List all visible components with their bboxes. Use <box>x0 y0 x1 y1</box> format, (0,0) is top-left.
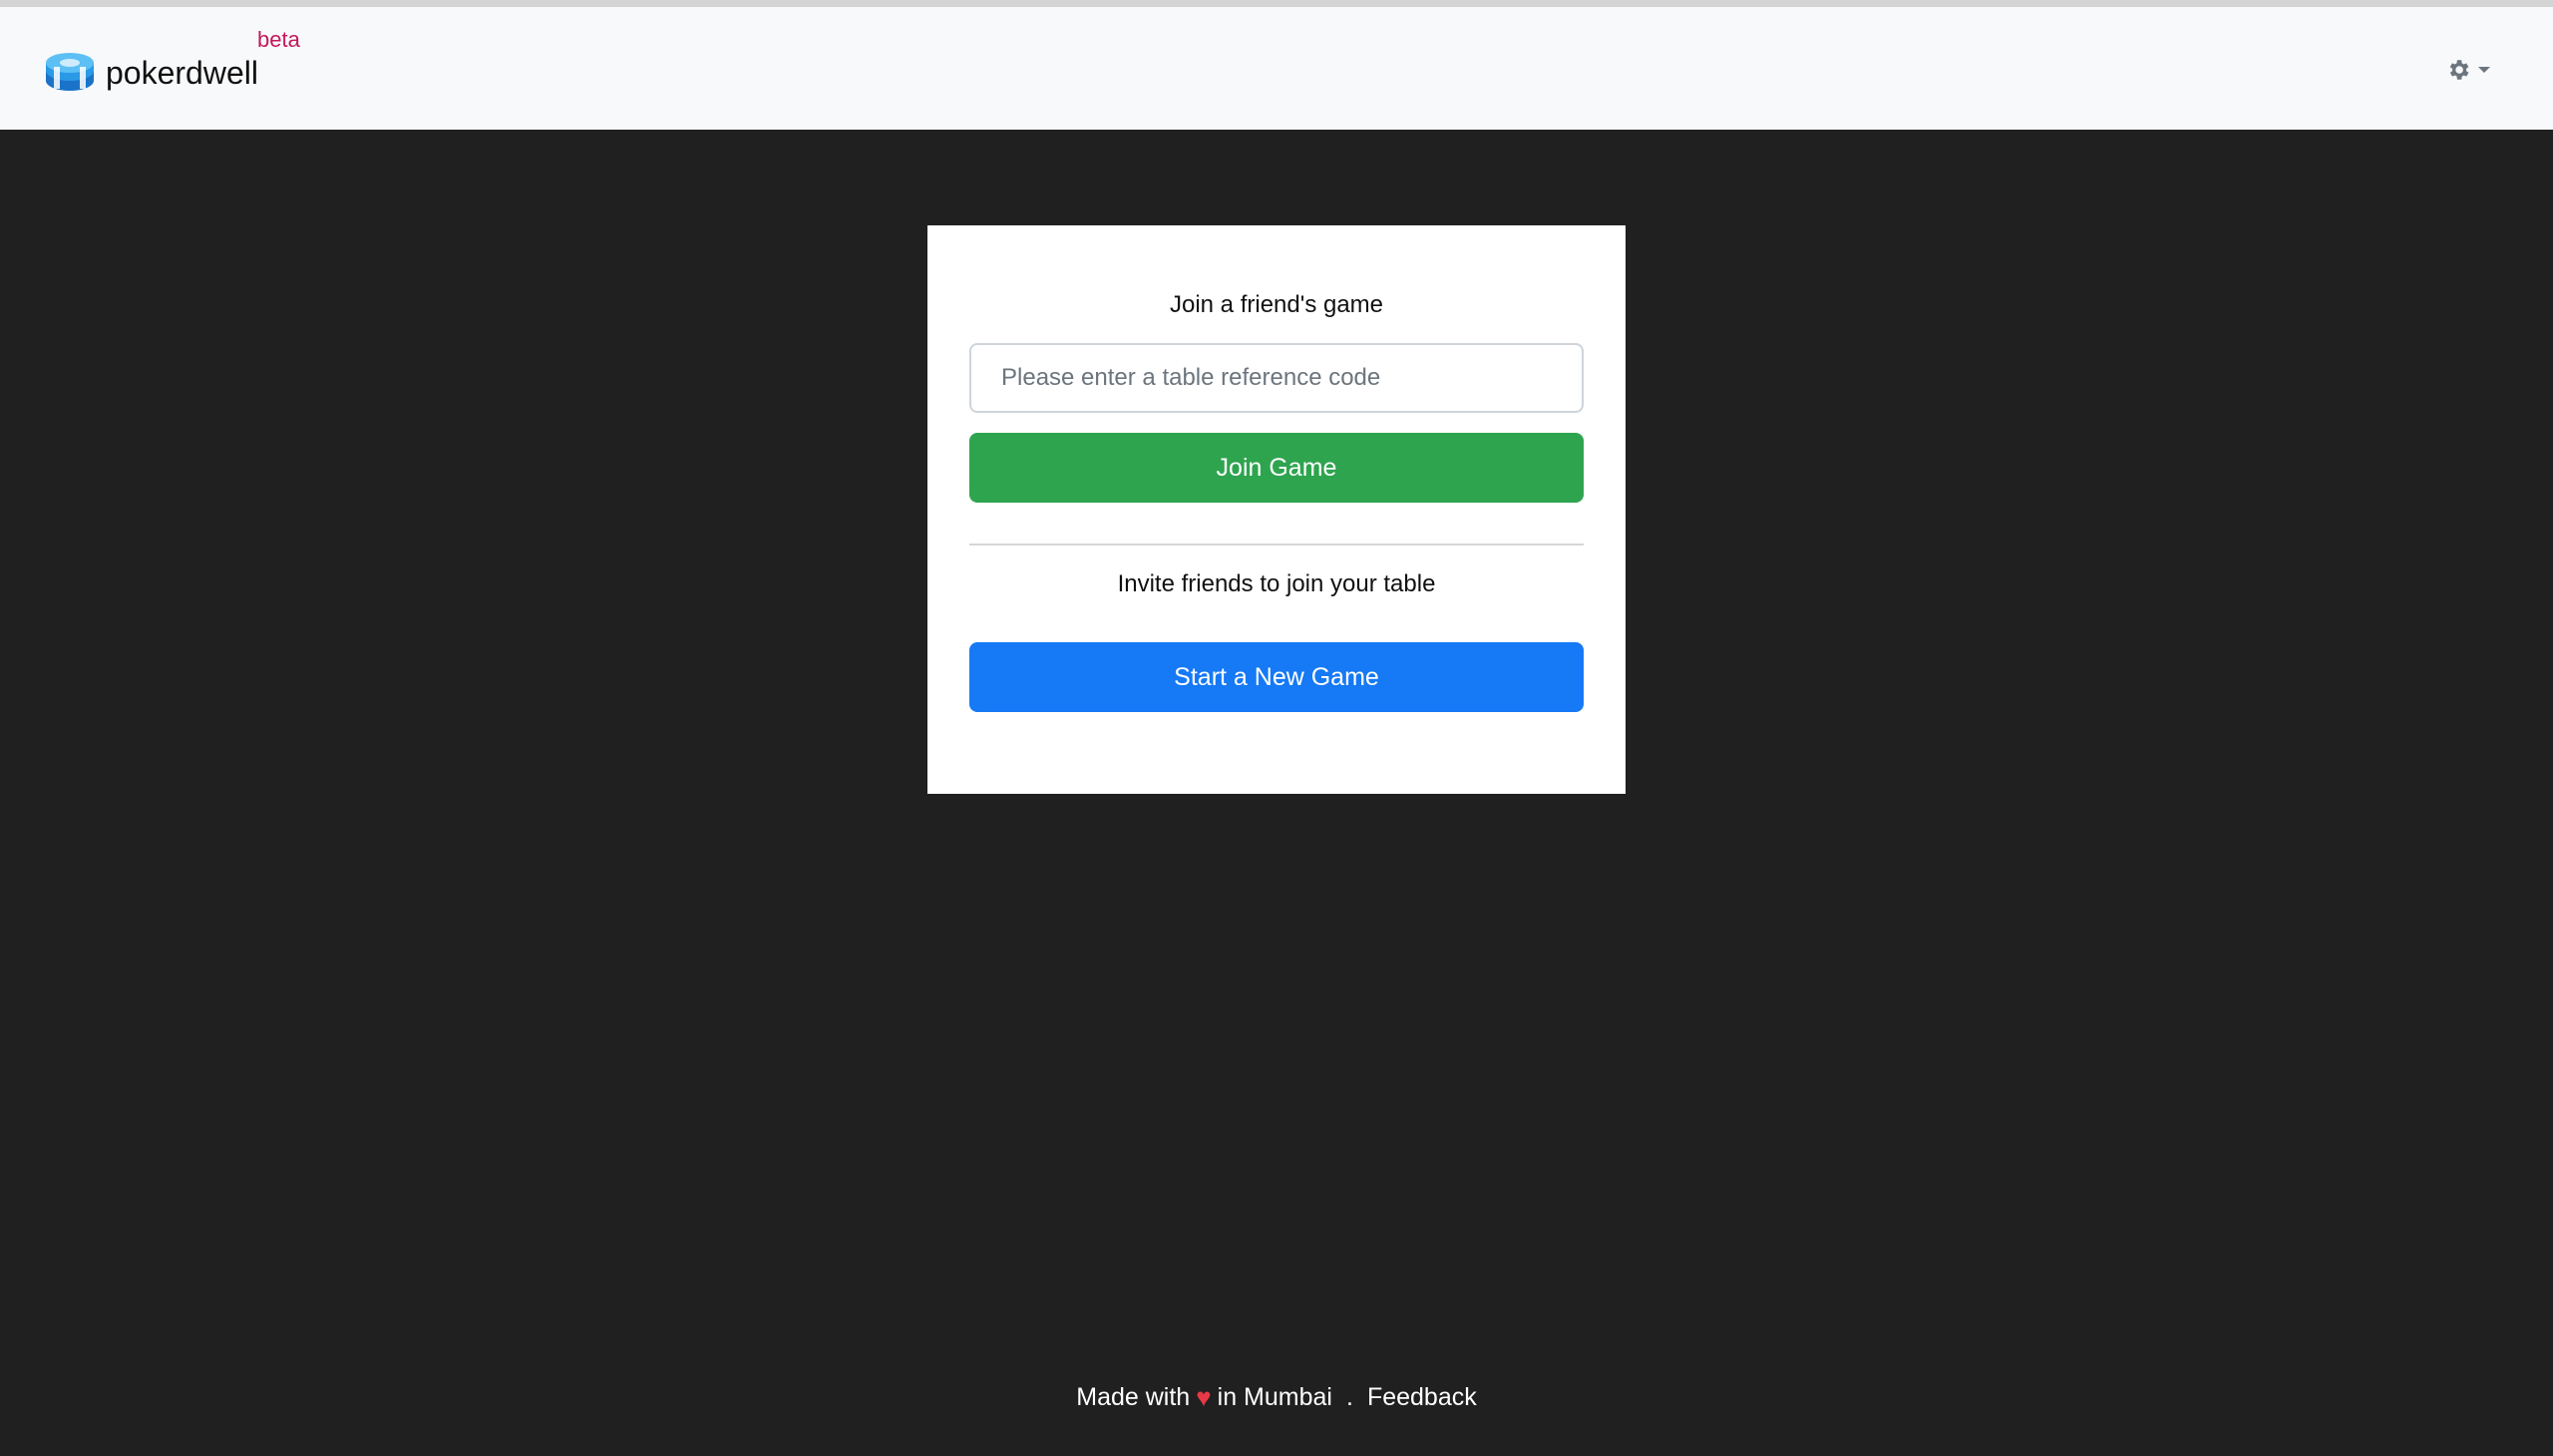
footer-made-with: Made with <box>1076 1382 1191 1411</box>
gear-icon <box>2449 60 2469 80</box>
poker-chips-logo-icon <box>46 53 94 91</box>
game-card: Join a friend's game Join Game Invite fr… <box>927 225 1626 794</box>
section-divider <box>969 544 1584 546</box>
heart-icon: ♥ <box>1196 1381 1212 1412</box>
browser-top-rule <box>0 0 2553 7</box>
brand-link[interactable]: pokerdwell <box>44 45 258 101</box>
join-title: Join a friend's game <box>1169 291 1384 318</box>
footer-separator: . <box>1345 1382 1353 1411</box>
beta-badge: beta <box>257 27 300 52</box>
table-reference-input[interactable] <box>969 343 1584 413</box>
brand-name: pokerdwell <box>106 54 258 91</box>
start-new-game-button[interactable]: Start a New Game <box>969 642 1584 712</box>
settings-dropdown[interactable] <box>2445 57 2491 83</box>
caret-down-icon <box>2478 67 2490 73</box>
top-navbar: pokerdwell beta <box>0 7 2553 130</box>
invite-title: Invite friends to join your table <box>1117 570 1436 597</box>
join-game-button[interactable]: Join Game <box>969 433 1584 503</box>
footer-location: in Mumbai <box>1217 1382 1332 1411</box>
footer: Made with ♥ in Mumbai . Feedback <box>0 1382 2553 1412</box>
feedback-link[interactable]: Feedback <box>1367 1383 1477 1412</box>
